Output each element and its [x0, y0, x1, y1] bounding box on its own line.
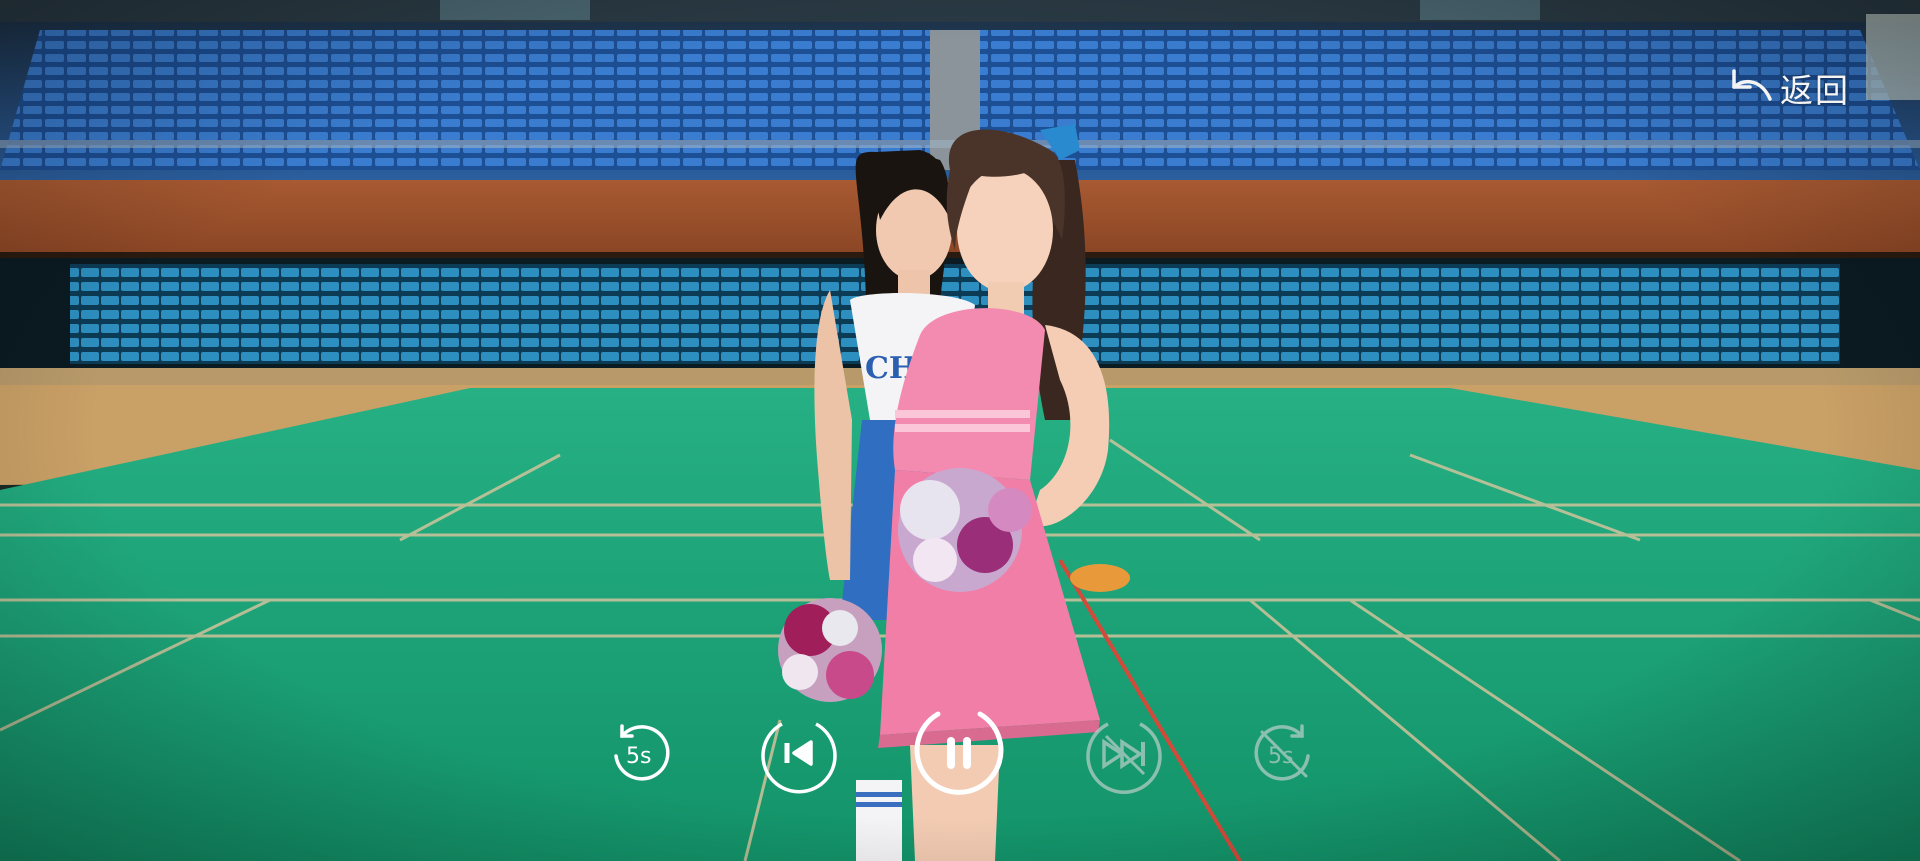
video-player[interactable]: CHE — [0, 0, 1920, 861]
rewind-label: 5s — [626, 744, 651, 769]
forward-label: 5s — [1268, 744, 1293, 769]
previous-episode-button[interactable] — [756, 710, 842, 796]
forward-5s-button[interactable]: 5s — [1250, 720, 1316, 786]
back-arrow-icon — [1728, 65, 1774, 111]
fast-forward-icon: 5s — [1254, 724, 1310, 781]
back-label: 返回 — [1780, 71, 1850, 110]
rewind-icon: 5s — [614, 724, 670, 781]
skip-next-icon — [1086, 722, 1162, 794]
pause-button[interactable] — [910, 704, 1008, 802]
skip-previous-icon — [761, 722, 837, 794]
back-button[interactable]: 返回 — [1728, 64, 1868, 112]
next-episode-button[interactable] — [1082, 712, 1166, 796]
pause-icon — [914, 711, 1004, 795]
rewind-5s-button[interactable]: 5s — [608, 720, 674, 786]
